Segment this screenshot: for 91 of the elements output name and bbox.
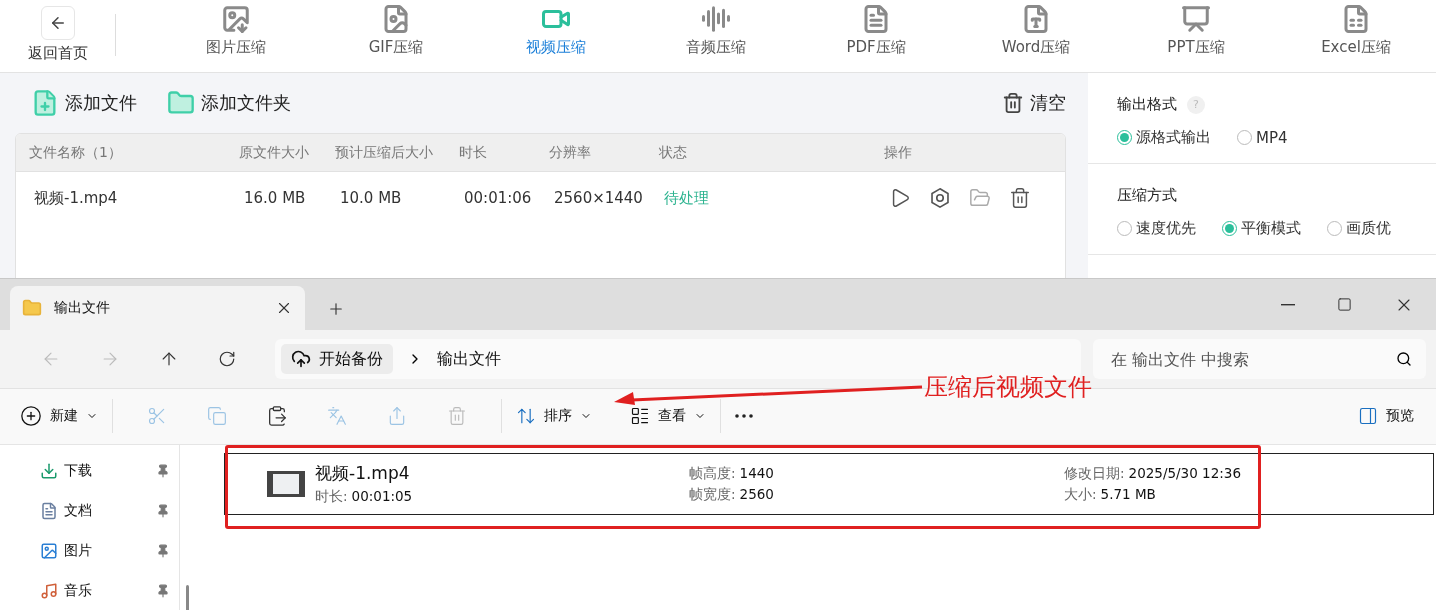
- sidebar-item[interactable]: 文档: [40, 491, 170, 531]
- radio-option[interactable]: 画质优: [1327, 219, 1391, 238]
- column-header: 操作: [884, 143, 913, 162]
- picture-icon: [40, 542, 58, 560]
- sort-button[interactable]: 排序: [516, 405, 592, 428]
- view-button[interactable]: 查看: [630, 405, 706, 428]
- folder-icon: [22, 298, 42, 319]
- radio-option[interactable]: MP4: [1237, 128, 1288, 147]
- presentation-icon: [1181, 4, 1211, 34]
- pin-icon: [156, 504, 170, 518]
- tool-tab[interactable]: 图片压缩: [156, 0, 316, 72]
- column-header: 分辨率: [549, 143, 592, 162]
- film-icon: [267, 471, 305, 497]
- file-name: 视频-1.mp4: [315, 462, 411, 485]
- tool-tab[interactable]: 音频压缩: [636, 0, 796, 72]
- pin-icon: [156, 584, 170, 598]
- tab-title: 输出文件: [54, 299, 111, 318]
- scrollbar[interactable]: [186, 585, 189, 610]
- file-duration: 时长: 00:01:05: [315, 488, 414, 506]
- delete-button[interactable]: [1009, 187, 1031, 209]
- table-cell-text: 2560×1440: [553, 189, 644, 207]
- plus-circle-icon: [20, 405, 42, 428]
- search-icon: [1396, 351, 1412, 367]
- panel-icon: [1358, 406, 1378, 427]
- sidebar-item[interactable]: 图片: [40, 531, 170, 571]
- trash-icon: [1009, 187, 1031, 209]
- status-text: 待处理: [663, 188, 710, 208]
- sidebar-item[interactable]: 下载: [40, 451, 170, 491]
- folder-icon: [969, 187, 991, 209]
- file-size: 大小: 5.71 MB: [1064, 485, 1157, 504]
- cloud-icon: [290, 349, 311, 369]
- image-icon: [221, 4, 251, 34]
- new-button[interactable]: 新建: [20, 405, 98, 428]
- add-folder-button[interactable]: 添加文件夹: [167, 89, 291, 117]
- sound-wave-icon: [701, 4, 731, 34]
- table-cell-text: 00:01:06: [463, 189, 533, 207]
- tool-tab[interactable]: Word压缩: [956, 0, 1116, 72]
- trash-icon: [447, 406, 467, 427]
- tool-tab[interactable]: Excel压缩: [1276, 0, 1436, 72]
- breadcrumb-item[interactable]: 输出文件: [436, 348, 501, 370]
- pin-icon: [156, 464, 170, 478]
- tool-tab[interactable]: PPT压缩: [1116, 0, 1276, 72]
- refresh-icon: [218, 350, 237, 368]
- column-header: 预计压缩后大小: [335, 143, 434, 162]
- radio-option[interactable]: 速度优先: [1117, 219, 1196, 238]
- annotation-text: 压缩后视频文件: [924, 372, 1092, 403]
- folder-plus-icon: [167, 89, 195, 117]
- column-header: 原文件大小: [239, 143, 310, 162]
- music-icon: [40, 582, 58, 600]
- sidebar-item[interactable]: 音乐: [40, 571, 170, 610]
- frame-width: 帧宽度: 2560: [689, 485, 775, 504]
- section-label: 压缩方式: [1117, 186, 1177, 205]
- open-folder-button[interactable]: [969, 187, 991, 209]
- trash-icon: [1002, 92, 1024, 114]
- column-header: 时长: [459, 143, 488, 162]
- column-header: 状态: [659, 143, 688, 162]
- copy-icon: [207, 406, 227, 427]
- add-file-button[interactable]: 添加文件: [31, 89, 137, 117]
- column-header: 文件名称（1）: [29, 143, 123, 162]
- tool-tab[interactable]: 视频压缩: [476, 0, 636, 72]
- minimize-icon: [1281, 303, 1295, 306]
- search-field[interactable]: 在 输出文件 中搜索: [1093, 339, 1426, 379]
- clear-button[interactable]: 清空: [1002, 91, 1066, 115]
- share-icon: [387, 406, 407, 427]
- document-icon: [40, 502, 58, 520]
- clipboard-icon: [266, 405, 288, 428]
- list-icon: [630, 406, 650, 427]
- pin-icon: [156, 544, 170, 558]
- back-button[interactable]: [40, 6, 75, 40]
- more-icon: [735, 414, 753, 419]
- window-tab[interactable]: 输出文件: [10, 286, 305, 331]
- scissors-icon: [147, 406, 167, 427]
- radio-option[interactable]: 源格式输出: [1117, 128, 1211, 147]
- tool-tab[interactable]: GIF压缩: [316, 0, 476, 72]
- table-cell-text: 16.0 MB: [243, 189, 307, 207]
- settings-button[interactable]: [929, 187, 951, 209]
- table-cell-text: 10.0 MB: [339, 189, 403, 207]
- frame-height: 帧高度: 1440: [689, 464, 775, 483]
- settings-icon: [929, 187, 951, 209]
- maximize-icon: [1337, 297, 1352, 313]
- file-item[interactable]: 视频-1.mp4 时长: 00:01:05 帧高度: 1440 帧宽度: 2560 修改日期: 2025/5/30 12:36 大小: 5.71 MB: [224, 453, 1434, 515]
- download-icon: [40, 462, 58, 480]
- table-cell-text: 视频-1.mp4: [33, 188, 119, 208]
- modified-date: 修改日期: 2025/5/30 12:36: [1064, 464, 1242, 483]
- more-button[interactable]: [735, 414, 753, 419]
- section-label: 输出格式: [1117, 95, 1177, 114]
- breadcrumb-item[interactable]: 开始备份: [280, 344, 393, 374]
- back-label: 返回首页: [27, 44, 88, 63]
- tool-tab[interactable]: PDF压缩: [796, 0, 956, 72]
- radio-option[interactable]: 平衡模式: [1222, 219, 1301, 238]
- preview-button[interactable]: 预览: [1358, 405, 1414, 428]
